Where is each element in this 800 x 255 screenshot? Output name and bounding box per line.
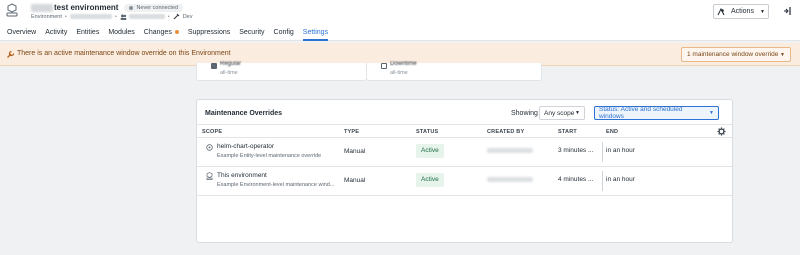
chevron-down-icon: ▼ (575, 110, 580, 116)
tab-config[interactable]: Config (274, 25, 294, 40)
scope-filter-select[interactable]: Any scope ▼ (539, 106, 585, 120)
regular-sub: all-time (220, 70, 238, 76)
tab-modules[interactable]: Modules (108, 25, 134, 40)
actions-label: Actions (731, 8, 754, 15)
team-icon (120, 14, 127, 20)
chevron-down-icon: ▼ (780, 51, 785, 58)
title-row: test environment Never connected (31, 3, 184, 12)
redacted-org (69, 14, 112, 19)
column-header-end[interactable]: END (606, 129, 618, 135)
tab-activity[interactable]: Activity (45, 25, 67, 40)
override-type: Manual (344, 177, 366, 184)
chevron-down-icon: ▼ (709, 110, 714, 116)
maintenance-wrench-icon (7, 50, 15, 58)
breadcrumb: Environment • • • Dev (31, 13, 192, 20)
breadcrumb-environment[interactable]: Environment (31, 14, 62, 20)
tab-changes-label: Changes (143, 29, 172, 36)
status-filter-value: Status: Active and scheduled windows (599, 106, 683, 120)
override-description: Example Environment-level maintenance wi… (217, 182, 335, 188)
column-resize-handle[interactable] (602, 171, 603, 191)
redacted-team (128, 14, 165, 19)
status-filter-select[interactable]: Status: Active and scheduled windows ▼ (594, 106, 719, 120)
banner-message: There is an active maintenance window ov… (17, 50, 231, 57)
override-scope-name[interactable]: helm-chart-operator (217, 143, 274, 150)
tab-security[interactable]: Security (239, 25, 264, 40)
regular-label: Regular (220, 61, 242, 67)
actions-button[interactable]: Actions ▼ (713, 4, 769, 19)
tab-settings[interactable]: Settings (302, 25, 329, 41)
gear-icon[interactable] (717, 127, 726, 136)
maintenance-overrides-panel: Maintenance Overrides Showing Any scope … (196, 99, 733, 243)
column-header-start[interactable]: START (558, 129, 577, 135)
tools-icon (173, 13, 180, 20)
chevron-down-icon: ▼ (759, 8, 765, 15)
override-scope-name[interactable]: This environment (217, 172, 267, 179)
column-header-type[interactable]: TYPE (344, 129, 359, 135)
redacted-created-by (487, 177, 533, 182)
page-title: test environment (54, 3, 119, 12)
connection-status-text: Never connected (136, 4, 179, 11)
status-badge: Active (416, 173, 444, 187)
breadcrumb-separator: • (64, 13, 67, 20)
redacted-name (31, 3, 53, 12)
tab-overview[interactable]: Overview (7, 25, 36, 40)
maintenance-card-regular: Regular all-time (196, 61, 367, 81)
override-end: in an hour (606, 176, 635, 183)
maintenance-override-dropdown[interactable]: 1 maintenance window override ▼ (681, 47, 791, 62)
regular-checkbox[interactable] (211, 63, 217, 69)
column-header-scope[interactable]: SCOPE (202, 129, 222, 135)
downtime-label: Downtime (390, 61, 417, 67)
side-panel-toggle-icon[interactable] (783, 6, 791, 16)
downtime-checkbox[interactable] (381, 63, 387, 69)
environment-icon (206, 172, 213, 180)
panel-title: Maintenance Overrides (205, 110, 283, 117)
breadcrumb-dev[interactable]: Dev (183, 14, 193, 20)
column-header-status[interactable]: STATUS (416, 129, 438, 135)
entity-icon (206, 144, 213, 151)
maintenance-override-label: 1 maintenance window override (687, 51, 779, 58)
showing-label: Showing (511, 110, 538, 117)
override-start: 3 minutes ... (558, 147, 594, 154)
maintenance-card-downtime: Downtime all-time (366, 61, 542, 81)
table-row[interactable]: This environment Example Environment-lev… (197, 167, 732, 196)
breadcrumb-separator: • (114, 13, 117, 20)
scope-filter-value: Any scope (544, 109, 575, 117)
actions-icon (717, 7, 725, 15)
tab-changes[interactable]: Changes (144, 25, 179, 40)
status-dot-icon (129, 5, 134, 10)
environment-logo-icon (6, 3, 18, 17)
tab-suppressions[interactable]: Suppressions (188, 25, 230, 40)
breadcrumb-separator: • (167, 13, 170, 20)
changes-indicator-dot (174, 30, 179, 35)
environment-tabs: Overview Activity Entities Modules Chang… (0, 25, 800, 41)
column-resize-handle[interactable] (602, 142, 603, 162)
connection-status-badge: Never connected (124, 3, 184, 12)
table-header: SCOPE TYPE STATUS CREATED BY START END (197, 124, 732, 138)
override-description: Example Entity-level maintenance overrid… (217, 153, 322, 159)
redacted-created-by (487, 148, 533, 153)
downtime-sub: all-time (390, 70, 408, 76)
override-end: in an hour (606, 147, 635, 154)
table-row[interactable]: helm-chart-operator Example Entity-level… (197, 138, 732, 167)
status-badge: Active (416, 144, 444, 158)
app-header: test environment Never connected Environ… (0, 0, 800, 25)
column-header-created-by[interactable]: CREATED BY (487, 129, 524, 135)
override-type: Manual (344, 148, 366, 155)
override-start: 4 minutes ... (558, 176, 594, 183)
tab-entities[interactable]: Entities (76, 25, 99, 40)
